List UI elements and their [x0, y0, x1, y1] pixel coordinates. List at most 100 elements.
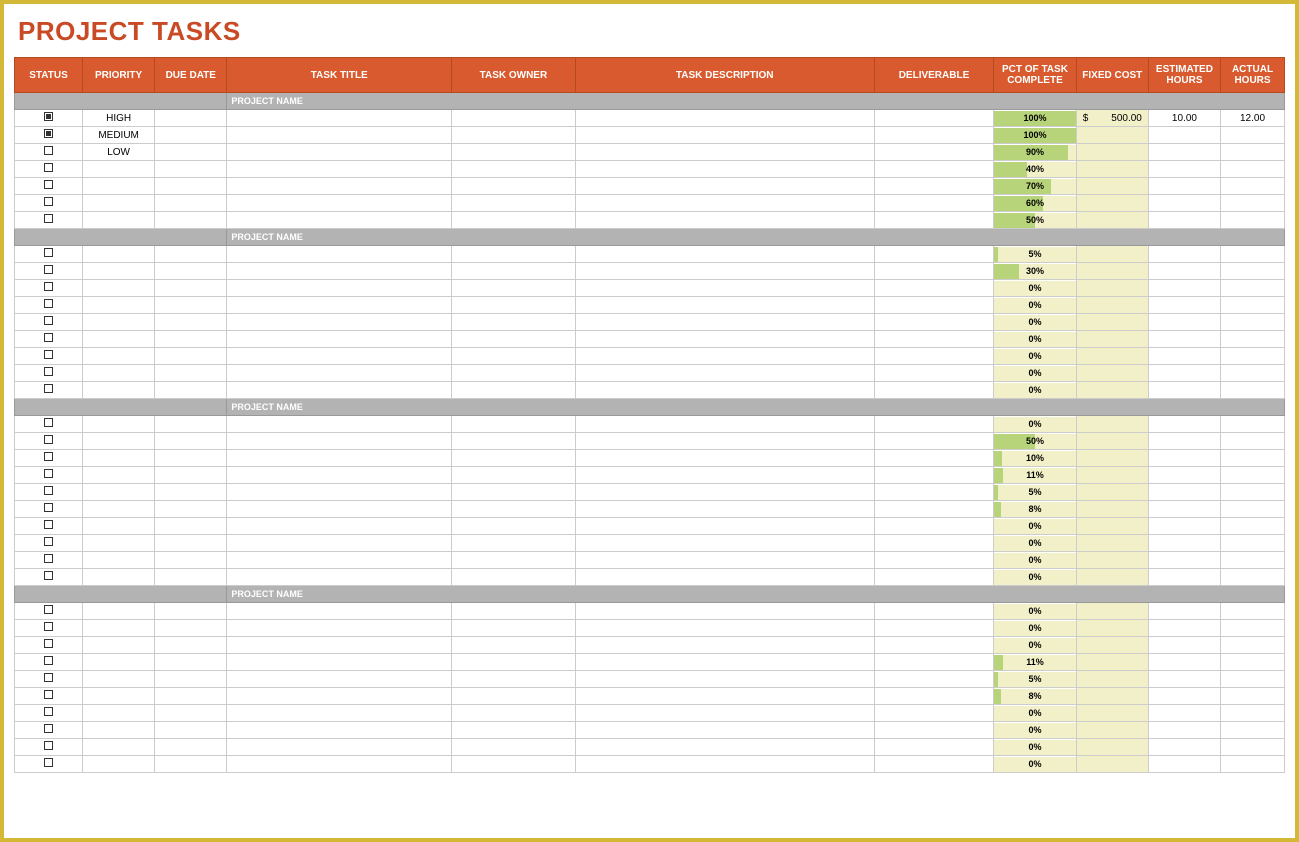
cell-esthours[interactable] [1148, 739, 1220, 756]
cell-pct[interactable]: 11% [994, 467, 1076, 484]
cell-status[interactable] [15, 263, 83, 280]
cell-esthours[interactable] [1148, 518, 1220, 535]
cell-pct[interactable]: 0% [994, 552, 1076, 569]
cell-taskowner[interactable] [452, 433, 576, 450]
cell-status[interactable] [15, 348, 83, 365]
status-checkbox[interactable] [44, 163, 53, 172]
cell-status[interactable] [15, 127, 83, 144]
cell-deliverable[interactable] [874, 263, 994, 280]
cell-status[interactable] [15, 569, 83, 586]
cell-acthours[interactable] [1221, 348, 1285, 365]
cell-duedate[interactable] [155, 382, 227, 399]
status-checkbox[interactable] [44, 469, 53, 478]
cell-taskdesc[interactable] [575, 127, 874, 144]
cell-fixedcost[interactable] [1076, 569, 1148, 586]
cell-duedate[interactable] [155, 756, 227, 773]
cell-taskowner[interactable] [452, 127, 576, 144]
status-checkbox[interactable] [44, 554, 53, 563]
cell-fixedcost[interactable] [1076, 518, 1148, 535]
cell-taskowner[interactable] [452, 637, 576, 654]
cell-tasktitle[interactable] [227, 654, 452, 671]
cell-duedate[interactable] [155, 535, 227, 552]
cell-taskdesc[interactable] [575, 246, 874, 263]
cell-fixedcost[interactable] [1076, 467, 1148, 484]
cell-status[interactable] [15, 246, 83, 263]
cell-acthours[interactable] [1221, 450, 1285, 467]
status-checkbox[interactable] [44, 214, 53, 223]
cell-pct[interactable]: 0% [994, 756, 1076, 773]
cell-status[interactable] [15, 484, 83, 501]
cell-fixedcost[interactable] [1076, 450, 1148, 467]
cell-tasktitle[interactable] [227, 450, 452, 467]
cell-esthours[interactable] [1148, 382, 1220, 399]
cell-acthours[interactable] [1221, 144, 1285, 161]
cell-taskowner[interactable] [452, 671, 576, 688]
cell-fixedcost[interactable] [1076, 654, 1148, 671]
cell-taskowner[interactable] [452, 382, 576, 399]
cell-acthours[interactable] [1221, 705, 1285, 722]
cell-acthours[interactable] [1221, 501, 1285, 518]
cell-esthours[interactable] [1148, 195, 1220, 212]
cell-duedate[interactable] [155, 365, 227, 382]
cell-taskowner[interactable] [452, 144, 576, 161]
cell-esthours[interactable] [1148, 314, 1220, 331]
cell-taskdesc[interactable] [575, 280, 874, 297]
cell-pct[interactable]: 30% [994, 263, 1076, 280]
cell-acthours[interactable] [1221, 433, 1285, 450]
cell-acthours[interactable] [1221, 263, 1285, 280]
cell-deliverable[interactable] [874, 552, 994, 569]
cell-acthours[interactable] [1221, 467, 1285, 484]
cell-status[interactable] [15, 637, 83, 654]
status-checkbox[interactable] [44, 639, 53, 648]
cell-fixedcost[interactable] [1076, 501, 1148, 518]
status-checkbox[interactable] [44, 248, 53, 257]
cell-pct[interactable]: 0% [994, 297, 1076, 314]
cell-priority[interactable] [83, 297, 155, 314]
cell-esthours[interactable] [1148, 756, 1220, 773]
cell-tasktitle[interactable] [227, 195, 452, 212]
cell-fixedcost[interactable] [1076, 603, 1148, 620]
cell-deliverable[interactable] [874, 348, 994, 365]
cell-esthours[interactable] [1148, 467, 1220, 484]
status-checkbox[interactable] [44, 316, 53, 325]
cell-fixedcost[interactable] [1076, 382, 1148, 399]
cell-taskdesc[interactable] [575, 518, 874, 535]
cell-acthours[interactable] [1221, 416, 1285, 433]
cell-acthours[interactable]: 12.00 [1221, 110, 1285, 127]
cell-duedate[interactable] [155, 246, 227, 263]
cell-deliverable[interactable] [874, 467, 994, 484]
status-checkbox[interactable] [44, 384, 53, 393]
cell-duedate[interactable] [155, 212, 227, 229]
cell-pct[interactable]: 50% [994, 433, 1076, 450]
cell-deliverable[interactable] [874, 688, 994, 705]
cell-deliverable[interactable] [874, 756, 994, 773]
cell-acthours[interactable] [1221, 484, 1285, 501]
cell-taskdesc[interactable] [575, 688, 874, 705]
cell-priority[interactable] [83, 756, 155, 773]
cell-priority[interactable] [83, 348, 155, 365]
cell-taskowner[interactable] [452, 705, 576, 722]
cell-taskowner[interactable] [452, 110, 576, 127]
cell-pct[interactable]: 0% [994, 739, 1076, 756]
cell-pct[interactable]: 90% [994, 144, 1076, 161]
cell-tasktitle[interactable] [227, 331, 452, 348]
cell-taskdesc[interactable] [575, 110, 874, 127]
status-checkbox[interactable] [44, 350, 53, 359]
cell-acthours[interactable] [1221, 195, 1285, 212]
cell-priority[interactable] [83, 671, 155, 688]
cell-esthours[interactable] [1148, 144, 1220, 161]
cell-deliverable[interactable] [874, 110, 994, 127]
cell-taskdesc[interactable] [575, 535, 874, 552]
cell-pct[interactable]: 5% [994, 484, 1076, 501]
cell-acthours[interactable] [1221, 688, 1285, 705]
cell-fixedcost[interactable] [1076, 127, 1148, 144]
cell-fixedcost[interactable] [1076, 144, 1148, 161]
cell-tasktitle[interactable] [227, 110, 452, 127]
cell-taskowner[interactable] [452, 467, 576, 484]
cell-status[interactable] [15, 620, 83, 637]
cell-priority[interactable] [83, 280, 155, 297]
cell-tasktitle[interactable] [227, 569, 452, 586]
cell-taskdesc[interactable] [575, 637, 874, 654]
cell-taskowner[interactable] [452, 518, 576, 535]
status-checkbox[interactable] [44, 435, 53, 444]
